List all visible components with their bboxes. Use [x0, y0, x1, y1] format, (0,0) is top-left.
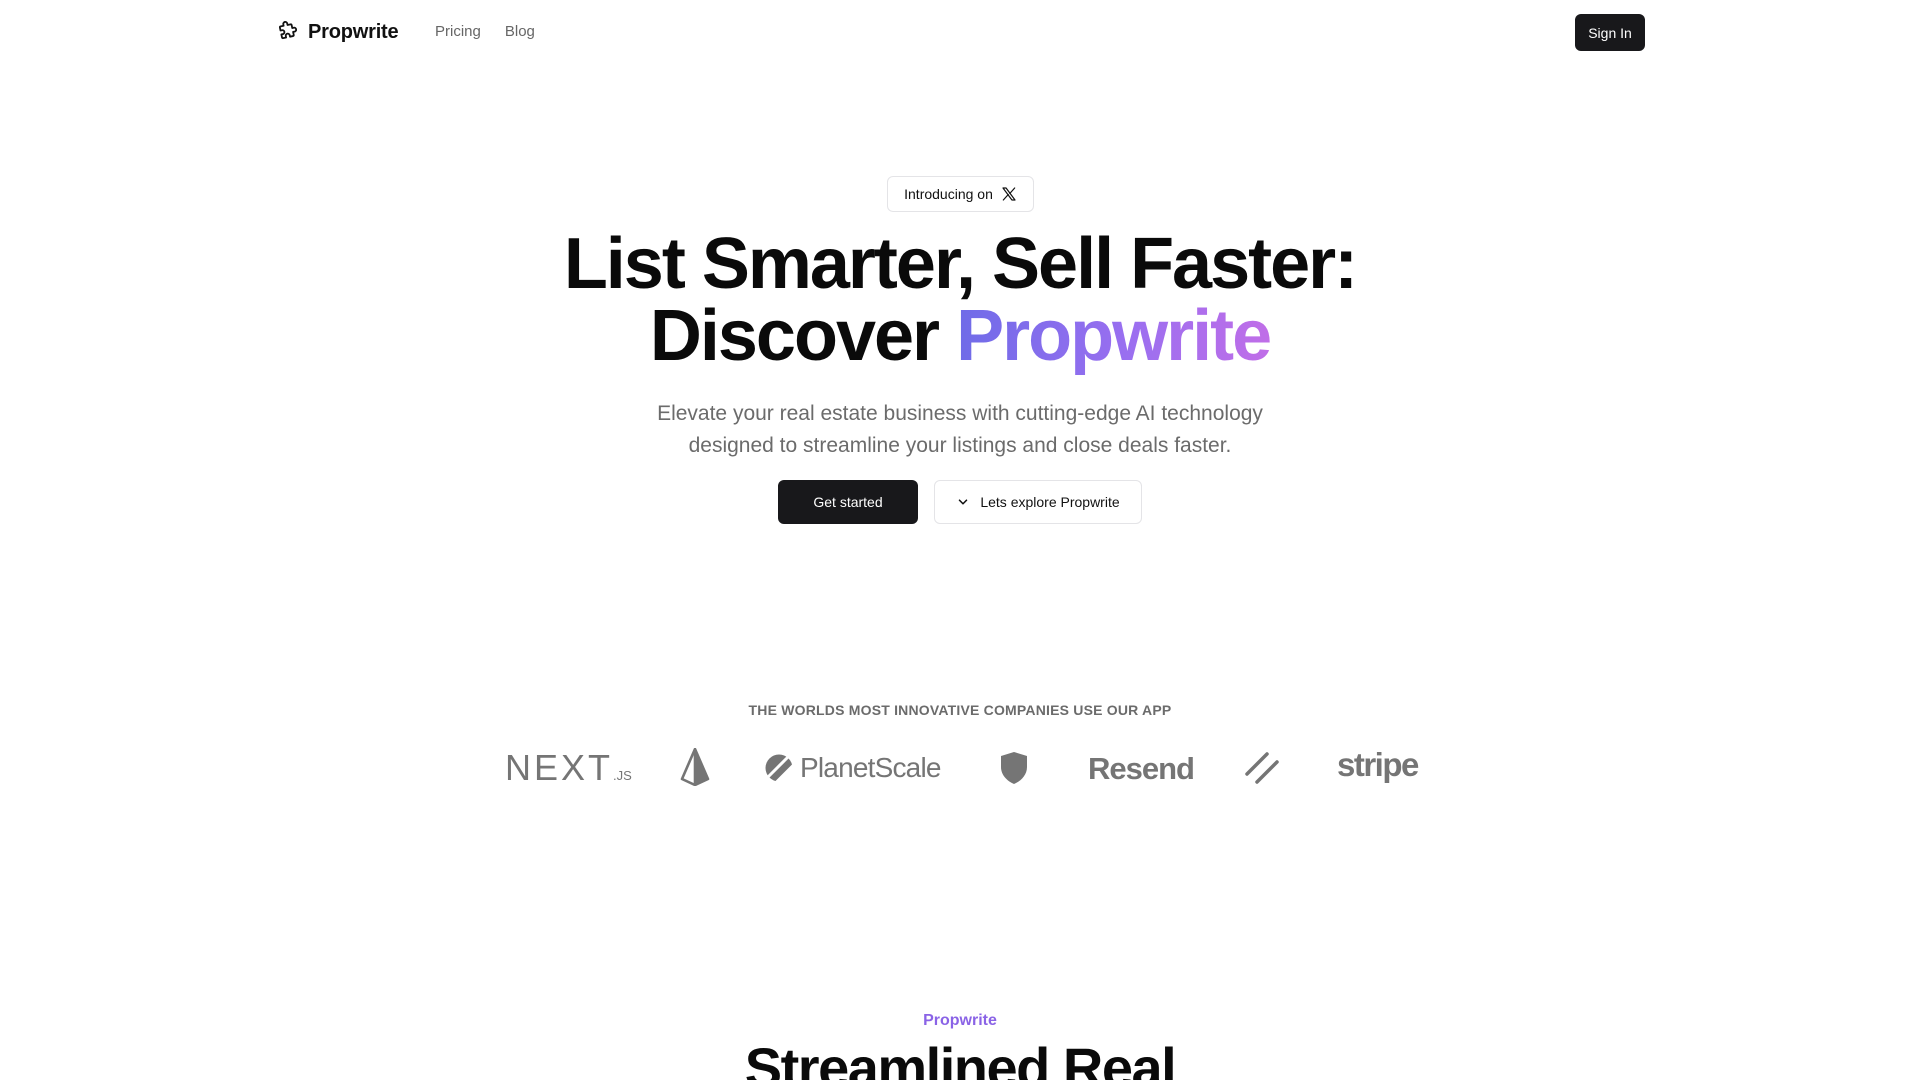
hero-subtitle-line-1: Elevate your real estate business with c… [657, 402, 1263, 425]
landing-page: Propwrite Pricing Blog Sign In Introduci… [0, 0, 1920, 1080]
stripe-logo: stripe [1337, 746, 1419, 783]
section-title: Streamlined Real [744, 1036, 1177, 1080]
nextjs-logo-suffix: .JS [613, 768, 632, 783]
nav-link-pricing[interactable]: Pricing [435, 23, 481, 40]
nav-links: Pricing Blog [435, 23, 535, 40]
planetscale-logo: PlanetScale [764, 752, 941, 784]
nav-link-blog[interactable]: Blog [505, 23, 535, 40]
hero-title-line-1: List Smarter, Sell Faster: [563, 224, 1358, 304]
get-started-button[interactable]: Get started [778, 480, 918, 524]
prisma-logo-icon [680, 748, 710, 786]
puzzle-icon [279, 21, 298, 40]
explore-button[interactable]: Lets explore Propwrite [934, 480, 1142, 524]
planetscale-mark-icon [765, 754, 794, 783]
sign-in-button[interactable]: Sign In [1575, 14, 1645, 51]
nextjs-logo: NEXT.JS [505, 750, 632, 794]
nextjs-logo-main: NEXT [505, 747, 614, 788]
hero-subtitle: Elevate your real estate business with c… [560, 398, 1360, 462]
introducing-badge[interactable]: Introducing on [887, 176, 1034, 212]
chevron-down-icon [959, 499, 968, 505]
resend-logo: Resend [1088, 751, 1195, 786]
hero-title: List Smarter, Sell Faster: Discover Prop… [0, 228, 1920, 372]
logos-heading: THE WORLDS MOST INNOVATIVE COMPANIES USE… [748, 702, 1172, 718]
top-nav: Propwrite Pricing Blog Sign In [0, 0, 1920, 64]
x-logo-icon [1002, 187, 1016, 201]
hero-title-accent: Propwrite [956, 296, 1272, 376]
hero-title-plain: Discover [649, 296, 957, 376]
planetscale-logo-text: PlanetScale [800, 752, 941, 783]
introducing-label: Introducing on [904, 186, 993, 202]
brand-name: Propwrite [308, 20, 399, 43]
hero-subtitle-line-2: designed to streamline your listings and… [688, 434, 1232, 457]
explore-button-label: Lets explore Propwrite [980, 494, 1120, 510]
brand-logo[interactable]: Propwrite [276, 19, 399, 45]
section-eyebrow: Propwrite [923, 1012, 997, 1029]
slash-logo-icon [1245, 752, 1279, 784]
shield-icon [1001, 752, 1027, 784]
hero-title-line-2: Discover Propwrite [0, 300, 1920, 372]
